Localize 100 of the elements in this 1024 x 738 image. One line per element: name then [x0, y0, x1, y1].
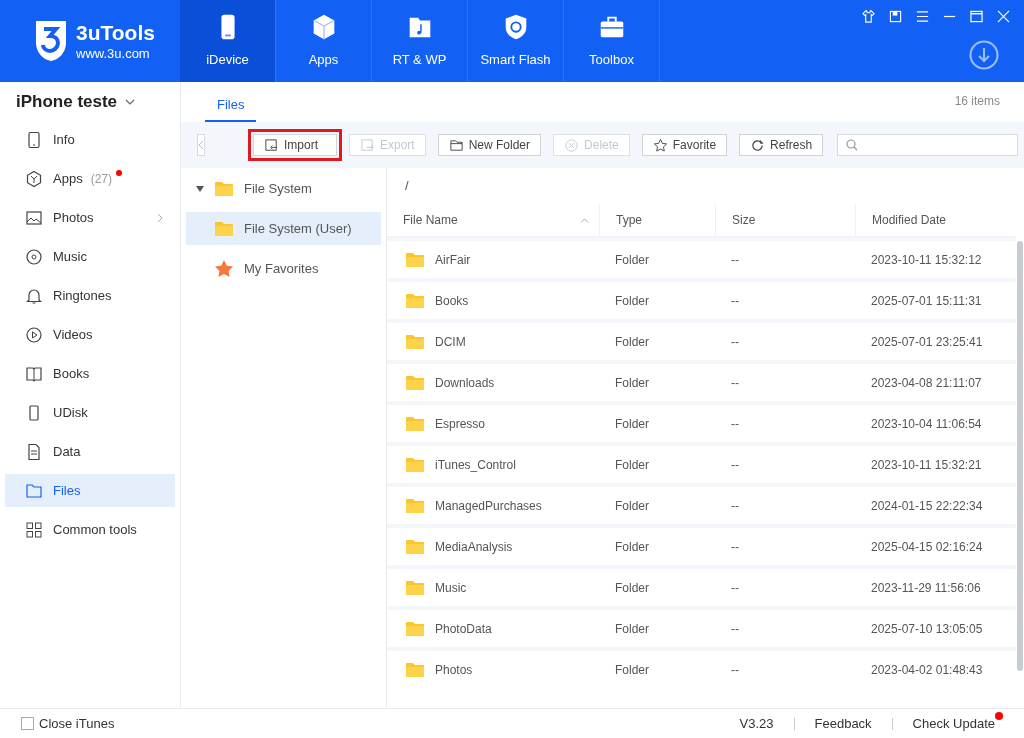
nav-tab[interactable]: RT & WP	[372, 0, 468, 82]
delete-icon	[564, 137, 580, 153]
table-cell-text: --	[730, 415, 740, 433]
table-cell-text: 2023-04-08 21:11:07	[870, 374, 983, 392]
table-cell-text: 2023-11-29 11:56:06	[870, 579, 982, 597]
sidebar-item[interactable]: Books	[5, 357, 175, 390]
phone-icon	[25, 130, 43, 149]
table-cell-text: --	[730, 538, 740, 556]
folder-icon	[405, 291, 425, 310]
sidebar-item[interactable]: Info	[5, 123, 175, 156]
toolbar-button[interactable]: Favorite	[641, 134, 728, 156]
refresh-icon	[750, 137, 766, 153]
table-cell-text: Folder	[614, 333, 650, 351]
sidebar-label: Books	[53, 364, 90, 383]
table-cell-text: Folder	[614, 579, 650, 597]
column-header[interactable]: Size	[715, 204, 855, 236]
checkbox[interactable]	[21, 717, 34, 730]
check-update-link[interactable]: Check Update	[912, 713, 995, 734]
table-cell: Photos	[387, 651, 599, 688]
table-cell: PhotoData	[387, 610, 599, 647]
folder-icon	[405, 332, 425, 351]
toolbar-button: Export	[349, 134, 426, 156]
nav-tab[interactable]: iDevice	[180, 0, 276, 82]
table-cell-text: --	[730, 333, 740, 351]
feedback-link[interactable]: Feedback	[814, 713, 872, 734]
table-cell-text: 2023-10-11 15:32:12	[870, 251, 983, 269]
table-cell-text: --	[730, 251, 740, 269]
folder-icon	[448, 137, 464, 153]
sidebar-item[interactable]: Ringtones	[5, 279, 175, 312]
folder-icon	[405, 414, 425, 433]
folder-icon	[405, 373, 425, 392]
maximize-icon[interactable]	[970, 10, 983, 23]
table-cell: ManagedPurchases	[387, 487, 599, 524]
table-cell-text: --	[730, 579, 740, 597]
tree-item[interactable]: File System	[186, 172, 381, 205]
sidebar-label: Data	[53, 442, 81, 461]
search-icon	[846, 139, 859, 151]
sidebar-label: Apps	[53, 169, 83, 188]
sidebar-label: Videos	[53, 325, 93, 344]
search-field[interactable]	[837, 134, 1019, 156]
play-icon	[25, 325, 43, 344]
download-icon[interactable]	[969, 40, 999, 70]
nav-tab[interactable]: Smart Flash	[468, 0, 564, 82]
sidebar-label: Files	[53, 481, 81, 500]
hexagon-icon	[25, 169, 43, 188]
device-name[interactable]: iPhone teste	[16, 89, 118, 115]
sidebar-item[interactable]: UDisk	[5, 396, 175, 429]
shirt-icon[interactable]	[862, 10, 875, 23]
sidebar-item[interactable]: Videos	[5, 318, 175, 351]
tree-item[interactable]: File System (User)	[186, 212, 381, 245]
toolbar-button[interactable]: New Folder	[437, 134, 542, 156]
column-header[interactable]: File Name	[387, 204, 599, 236]
table-cell: MediaAnalysis	[387, 528, 599, 565]
column-header[interactable]: Modified Date	[855, 204, 1016, 236]
table-cell-text: 2024-01-15 22:22:34	[870, 497, 984, 515]
table-cell-text: 2023-10-04 11:06:54	[870, 415, 983, 433]
close-itunes-label[interactable]: Close iTunes	[39, 713, 115, 734]
bell-icon	[25, 286, 43, 305]
sidebar-label: Music	[53, 247, 87, 266]
chevron-left-icon	[198, 140, 204, 150]
sidebar-item[interactable]: Files	[5, 474, 175, 507]
column-header[interactable]: Type	[599, 204, 715, 236]
toolbar-button[interactable]: Import	[253, 134, 337, 156]
folder-icon	[214, 219, 234, 238]
sidebar-item[interactable]: Apps (27)	[5, 162, 175, 195]
tree-item[interactable]: My Favorites	[186, 252, 381, 285]
folder-icon	[405, 250, 425, 269]
table-cell: AirFair	[387, 241, 599, 278]
table-cell-text: Folder	[614, 456, 650, 474]
star-icon	[214, 259, 234, 278]
star-icon	[652, 137, 668, 153]
export-icon	[360, 137, 375, 153]
table-cell-text: 2025-07-01 23:25:41	[870, 333, 984, 351]
folder-icon	[405, 578, 425, 597]
sidebar-item[interactable]: Music	[5, 240, 175, 273]
scrollbar-thumb[interactable]	[1017, 241, 1023, 671]
nav-tab[interactable]: Apps	[276, 0, 372, 82]
nav-tab[interactable]: Toolbox	[564, 0, 660, 82]
table-cell: DCIM	[387, 323, 599, 360]
table-cell-text: Folder	[614, 661, 650, 679]
sidebar-item[interactable]: Common tools	[5, 513, 175, 546]
table-cell-text: 2025-04-15 02:16:24	[870, 538, 984, 556]
toolbar-button[interactable]: Refresh	[739, 134, 824, 156]
sidebar-label: Info	[53, 130, 75, 149]
toolbar-button: Delete	[553, 134, 630, 156]
expand-arrow-icon[interactable]	[196, 184, 204, 193]
folder-icon	[405, 496, 425, 515]
chevron-down-icon[interactable]	[125, 99, 136, 105]
sidebar-label: Common tools	[53, 520, 137, 539]
sidebar-item[interactable]: Data	[5, 435, 175, 468]
logo-icon	[34, 19, 68, 63]
sidebar-item[interactable]: Photos	[5, 201, 175, 234]
menu-icon[interactable]	[916, 10, 929, 23]
table-cell-text: --	[730, 456, 740, 474]
close-icon[interactable]	[997, 10, 1010, 23]
sidebar-label: Photos	[53, 208, 94, 227]
folder-icon	[405, 619, 425, 638]
table-cell-text: 2023-04-02 01:48:43	[870, 661, 984, 679]
folder-icon	[405, 537, 425, 556]
save-icon[interactable]	[889, 10, 902, 23]
